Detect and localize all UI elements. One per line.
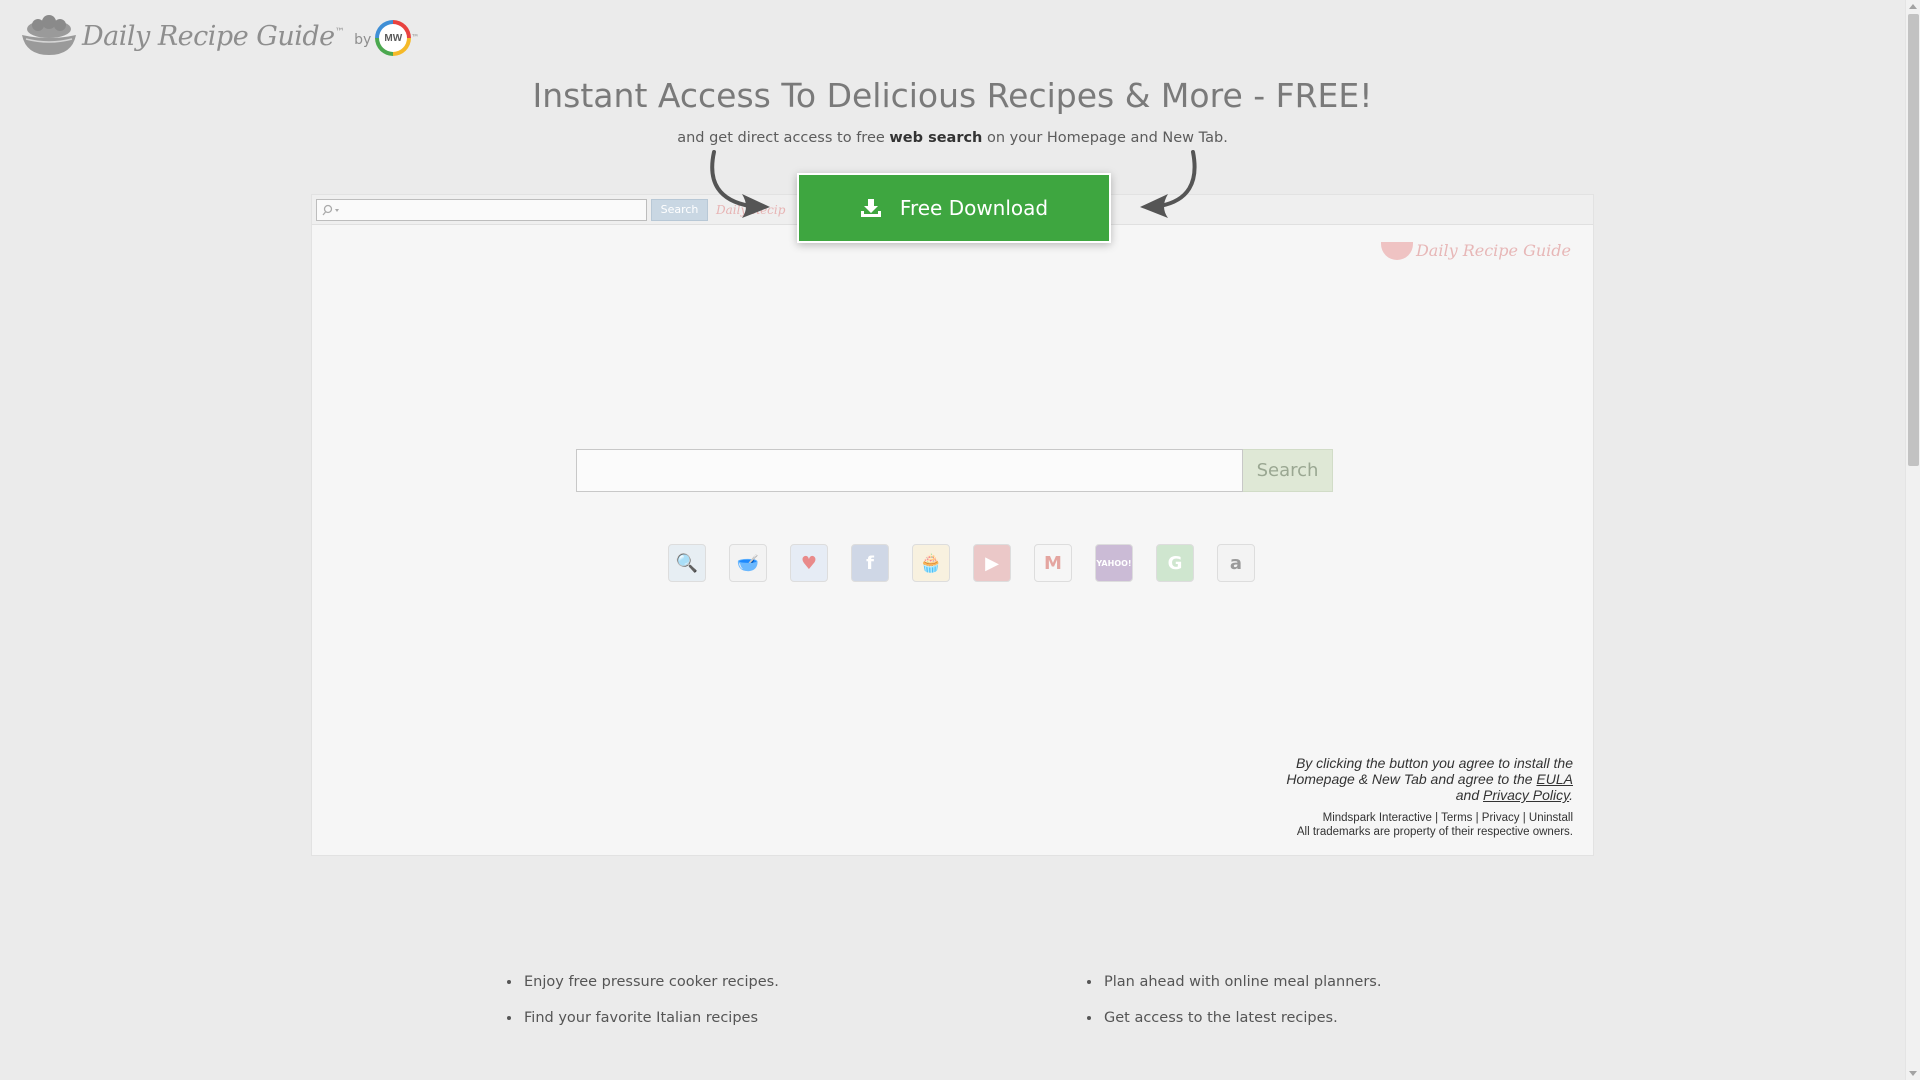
yahoo-tile-icon: YAHOO! [1095,544,1133,582]
page-scrollbar[interactable] [1905,0,1920,1080]
eula-link[interactable]: EULA [1536,771,1573,787]
list-item: Plan ahead with online meal planners. [1102,964,1381,1000]
preview-main-search-input [576,449,1243,492]
heart-tile-icon: ♥ [790,544,828,582]
youtube-tile-icon: ▶ [973,544,1011,582]
mw-tm: ™ [411,32,420,42]
right-curved-arrow-icon [1140,150,1197,218]
list-item: Find your favorite Italian recipes [522,1000,779,1036]
search-tile-icon: 🔍 [668,544,706,582]
page-headline: Instant Access To Delicious Recipes & Mo… [532,76,1373,115]
feature-list-right: Plan ahead with online meal planners. Ge… [1102,964,1381,1036]
footer-link-uninstall[interactable]: Uninstall [1529,812,1573,824]
free-download-button[interactable]: Free Download [797,173,1111,243]
footer-link-privacy[interactable]: Privacy [1482,812,1520,824]
feature-list-left: Enjoy free pressure cooker recipes. Find… [522,964,779,1036]
amazon-tile-icon: a [1217,544,1255,582]
preview-brand-logo: Daily Recipe Guide [1380,241,1571,260]
scroll-down-icon[interactable] [1909,1071,1917,1076]
privacy-policy-link[interactable]: Privacy Policy [1483,787,1569,803]
footer-links: Mindspark Interactive | Terms | Privacy … [1322,812,1573,824]
preview-main-search: Search [576,449,1333,492]
preview-toolbar-search-button: Search [651,198,708,221]
footer-link-terms[interactable]: Terms [1441,812,1472,824]
brand-logo: Daily Recipe Guide™ by MW ™ [20,12,419,60]
download-icon [860,198,882,218]
list-item: Get access to the latest recipes. [1102,1000,1381,1036]
mindspark-badge-icon: MW [375,20,412,56]
legal-line-2: Homepage & New Tab and agree to the EULA [1286,771,1573,787]
grammarly-tile-icon: G [1156,544,1194,582]
search-dropdown-icon [322,204,339,215]
recipe-bowl-tile-icon: 🥣 [729,544,767,582]
homepage-preview: Search Daily Recip Daily Recipe Guide Se… [311,194,1594,856]
page-subline: and get direct access to free web search… [677,130,1228,146]
preview-toolbar-search-input [316,198,647,221]
brand-by: by [354,32,372,48]
trademark-notice: All trademarks are property of their res… [1296,826,1573,838]
footer-link-mindspark[interactable]: Mindspark Interactive [1323,812,1432,824]
legal-notice: By clicking the button you agree to inst… [1253,755,1573,839]
recipe-bowl-icon [22,15,76,55]
gmail-tile-icon: M [1034,544,1072,582]
list-item: Enjoy free pressure cooker recipes. [522,964,779,1000]
scroll-up-icon[interactable] [1909,4,1917,9]
legal-line-3: and Privacy Policy. [1455,787,1573,803]
facebook-tile-icon: f [851,544,889,582]
left-curved-arrow-icon [710,150,770,218]
preview-main-search-button: Search [1243,449,1333,492]
brand-name: Daily Recipe Guide™ [82,20,345,52]
legal-line-1: By clicking the button you agree to inst… [1295,755,1573,771]
scroll-thumb[interactable] [1908,14,1919,466]
preview-shortcut-tiles: 🔍 🥣 ♥ f 🧁 ▶ M YAHOO! Ga [668,544,1255,582]
free-download-label: Free Download [899,196,1049,220]
recipe-bowl-icon [1380,241,1413,260]
cupcake-tile-icon: 🧁 [912,544,950,582]
